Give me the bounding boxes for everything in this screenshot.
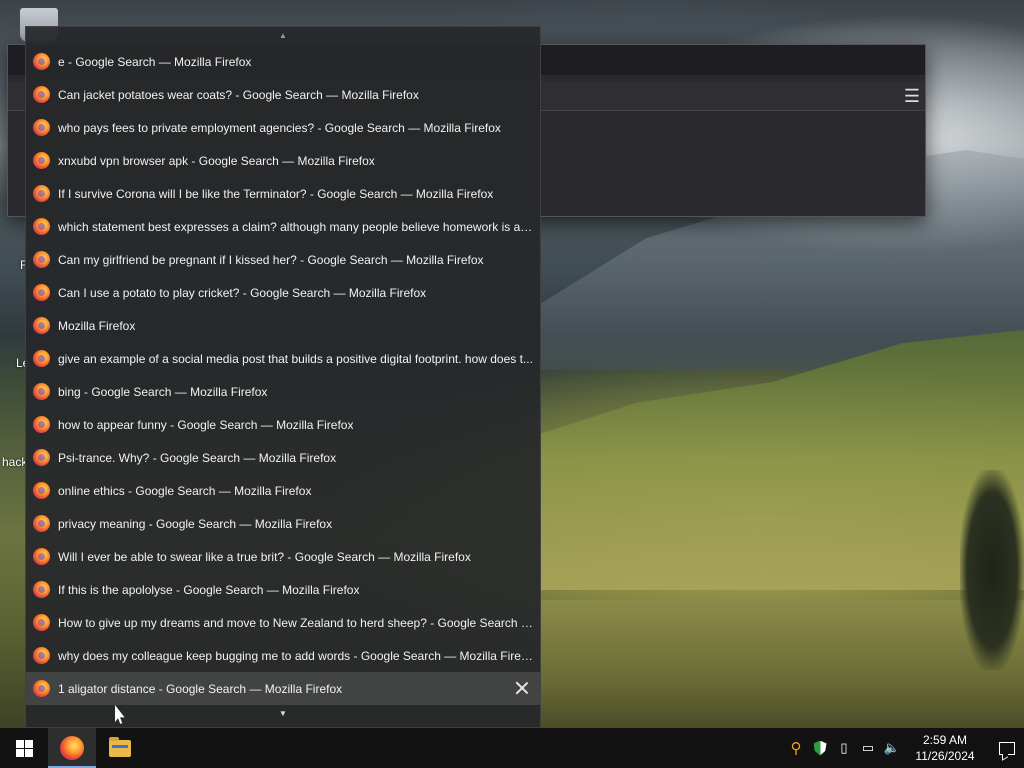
history-menu-item[interactable]: online ethics - Google Search — Mozilla … bbox=[26, 474, 540, 507]
history-menu-item[interactable]: xnxubd vpn browser apk - Google Search —… bbox=[26, 144, 540, 177]
search-icon[interactable]: ⚲ bbox=[784, 728, 808, 768]
close-icon[interactable] bbox=[513, 679, 531, 697]
history-menu-item[interactable]: give an example of a social media post t… bbox=[26, 342, 540, 375]
history-menu-item[interactable]: privacy meaning - Google Search — Mozill… bbox=[26, 507, 540, 540]
firefox-icon bbox=[33, 251, 50, 268]
hamburger-menu-icon[interactable]: ☰ bbox=[901, 85, 923, 107]
windows-logo-icon bbox=[15, 739, 33, 757]
firefox-icon bbox=[33, 383, 50, 400]
start-button[interactable] bbox=[0, 728, 48, 768]
firefox-icon bbox=[33, 218, 50, 235]
usb-drive-icon[interactable]: ▯ bbox=[832, 728, 856, 768]
history-item-title: bing - Google Search — Mozilla Firefox bbox=[58, 384, 268, 399]
history-menu-item[interactable]: 1 aligator distance - Google Search — Mo… bbox=[26, 672, 540, 705]
clock-date: 11/26/2024 bbox=[915, 749, 975, 763]
network-icon[interactable]: ▭ bbox=[856, 728, 880, 768]
firefox-icon bbox=[33, 647, 50, 664]
history-menu-item[interactable]: Can my girlfriend be pregnant if I kisse… bbox=[26, 243, 540, 276]
history-menu-item[interactable]: Mozilla Firefox bbox=[26, 309, 540, 342]
history-item-title: Can my girlfriend be pregnant if I kisse… bbox=[58, 252, 484, 267]
taskbar: ⚲ ▯ ▭ 🔈 2:59 AM 11/26/2024 bbox=[0, 728, 1024, 768]
firefox-icon bbox=[33, 449, 50, 466]
history-item-title: Can jacket potatoes wear coats? - Google… bbox=[58, 87, 419, 102]
taskbar-file-explorer-button[interactable] bbox=[96, 728, 144, 768]
taskbar-firefox-button[interactable] bbox=[48, 728, 96, 768]
wallpaper-tree bbox=[960, 470, 1024, 670]
history-menu-item[interactable]: how to appear funny - Google Search — Mo… bbox=[26, 408, 540, 441]
system-tray: ⚲ ▯ ▭ 🔈 2:59 AM 11/26/2024 bbox=[784, 728, 1024, 768]
history-menu-item[interactable]: How to give up my dreams and move to New… bbox=[26, 606, 540, 639]
firefox-icon bbox=[33, 515, 50, 532]
history-item-title: How to give up my dreams and move to New… bbox=[58, 615, 535, 630]
history-item-title: Mozilla Firefox bbox=[58, 318, 136, 333]
history-menu-item[interactable]: why does my colleague keep bugging me to… bbox=[26, 639, 540, 672]
clock-time: 2:59 AM bbox=[922, 733, 968, 747]
desktop-label-3[interactable]: hack bbox=[2, 455, 27, 469]
firefox-history-menu: ▲ e - Google Search — Mozilla Firefox Can… bbox=[25, 26, 541, 728]
history-menu-item[interactable]: Psi-trance. Why? - Google Search — Mozil… bbox=[26, 441, 540, 474]
firefox-icon bbox=[33, 416, 50, 433]
history-item-title: e - Google Search — Mozilla Firefox bbox=[58, 54, 252, 69]
history-menu-item[interactable]: Will I ever be able to swear like a true… bbox=[26, 540, 540, 573]
history-item-title: which statement best expresses a claim? … bbox=[58, 219, 535, 234]
history-menu-item[interactable]: If this is the apololyse - Google Search… bbox=[26, 573, 540, 606]
history-item-title: 1 aligator distance - Google Search — Mo… bbox=[58, 681, 343, 696]
history-item-title: how to appear funny - Google Search — Mo… bbox=[58, 417, 354, 432]
history-menu-item[interactable]: e - Google Search — Mozilla Firefox bbox=[26, 45, 540, 78]
firefox-icon bbox=[33, 482, 50, 499]
history-item-title: If I survive Corona will I be like the T… bbox=[58, 186, 494, 201]
firefox-icon bbox=[33, 152, 50, 169]
firefox-icon bbox=[33, 614, 50, 631]
history-item-title: why does my colleague keep bugging me to… bbox=[58, 648, 535, 663]
history-menu-item[interactable]: who pays fees to private employment agen… bbox=[26, 111, 540, 144]
firefox-icon bbox=[33, 284, 50, 301]
history-menu-item[interactable]: Can I use a potato to play cricket? - Go… bbox=[26, 276, 540, 309]
clock[interactable]: 2:59 AM 11/26/2024 bbox=[906, 732, 984, 764]
history-item-title: Psi-trance. Why? - Google Search — Mozil… bbox=[58, 450, 337, 465]
notification-button[interactable] bbox=[990, 728, 1024, 768]
chevron-down-icon[interactable]: ▼ bbox=[26, 705, 540, 723]
firefox-icon bbox=[33, 581, 50, 598]
folder-icon bbox=[109, 736, 131, 757]
shield-icon[interactable] bbox=[808, 728, 832, 768]
firefox-icon bbox=[33, 317, 50, 334]
history-item-title: privacy meaning - Google Search — Mozill… bbox=[58, 516, 333, 531]
firefox-icon bbox=[33, 350, 50, 367]
firefox-icon bbox=[33, 185, 50, 202]
firefox-icon bbox=[33, 119, 50, 136]
history-menu-item[interactable]: If I survive Corona will I be like the T… bbox=[26, 177, 540, 210]
firefox-icon bbox=[33, 548, 50, 565]
history-item-title: Will I ever be able to swear like a true… bbox=[58, 549, 471, 564]
history-item-title: Can I use a potato to play cricket? - Go… bbox=[58, 285, 427, 300]
history-item-title: If this is the apololyse - Google Search… bbox=[58, 582, 360, 597]
chevron-up-icon[interactable]: ▲ bbox=[26, 27, 540, 45]
notification-icon bbox=[999, 741, 1015, 755]
history-item-title: xnxubd vpn browser apk - Google Search —… bbox=[58, 153, 375, 168]
history-item-title: online ethics - Google Search — Mozilla … bbox=[58, 483, 312, 498]
history-menu-item[interactable]: Can jacket potatoes wear coats? - Google… bbox=[26, 78, 540, 111]
firefox-icon bbox=[33, 53, 50, 70]
history-item-title: give an example of a social media post t… bbox=[58, 351, 533, 366]
wallpaper-field bbox=[540, 600, 1024, 728]
history-menu-item[interactable]: which statement best expresses a claim? … bbox=[26, 210, 540, 243]
firefox-icon bbox=[33, 86, 50, 103]
volume-icon[interactable]: 🔈 bbox=[880, 728, 904, 768]
firefox-icon bbox=[60, 736, 84, 760]
history-menu-item[interactable]: bing - Google Search — Mozilla Firefox bbox=[26, 375, 540, 408]
history-item-title: who pays fees to private employment agen… bbox=[58, 120, 501, 135]
history-items-list: e - Google Search — Mozilla Firefox Can j… bbox=[26, 45, 540, 705]
firefox-icon bbox=[33, 680, 50, 697]
